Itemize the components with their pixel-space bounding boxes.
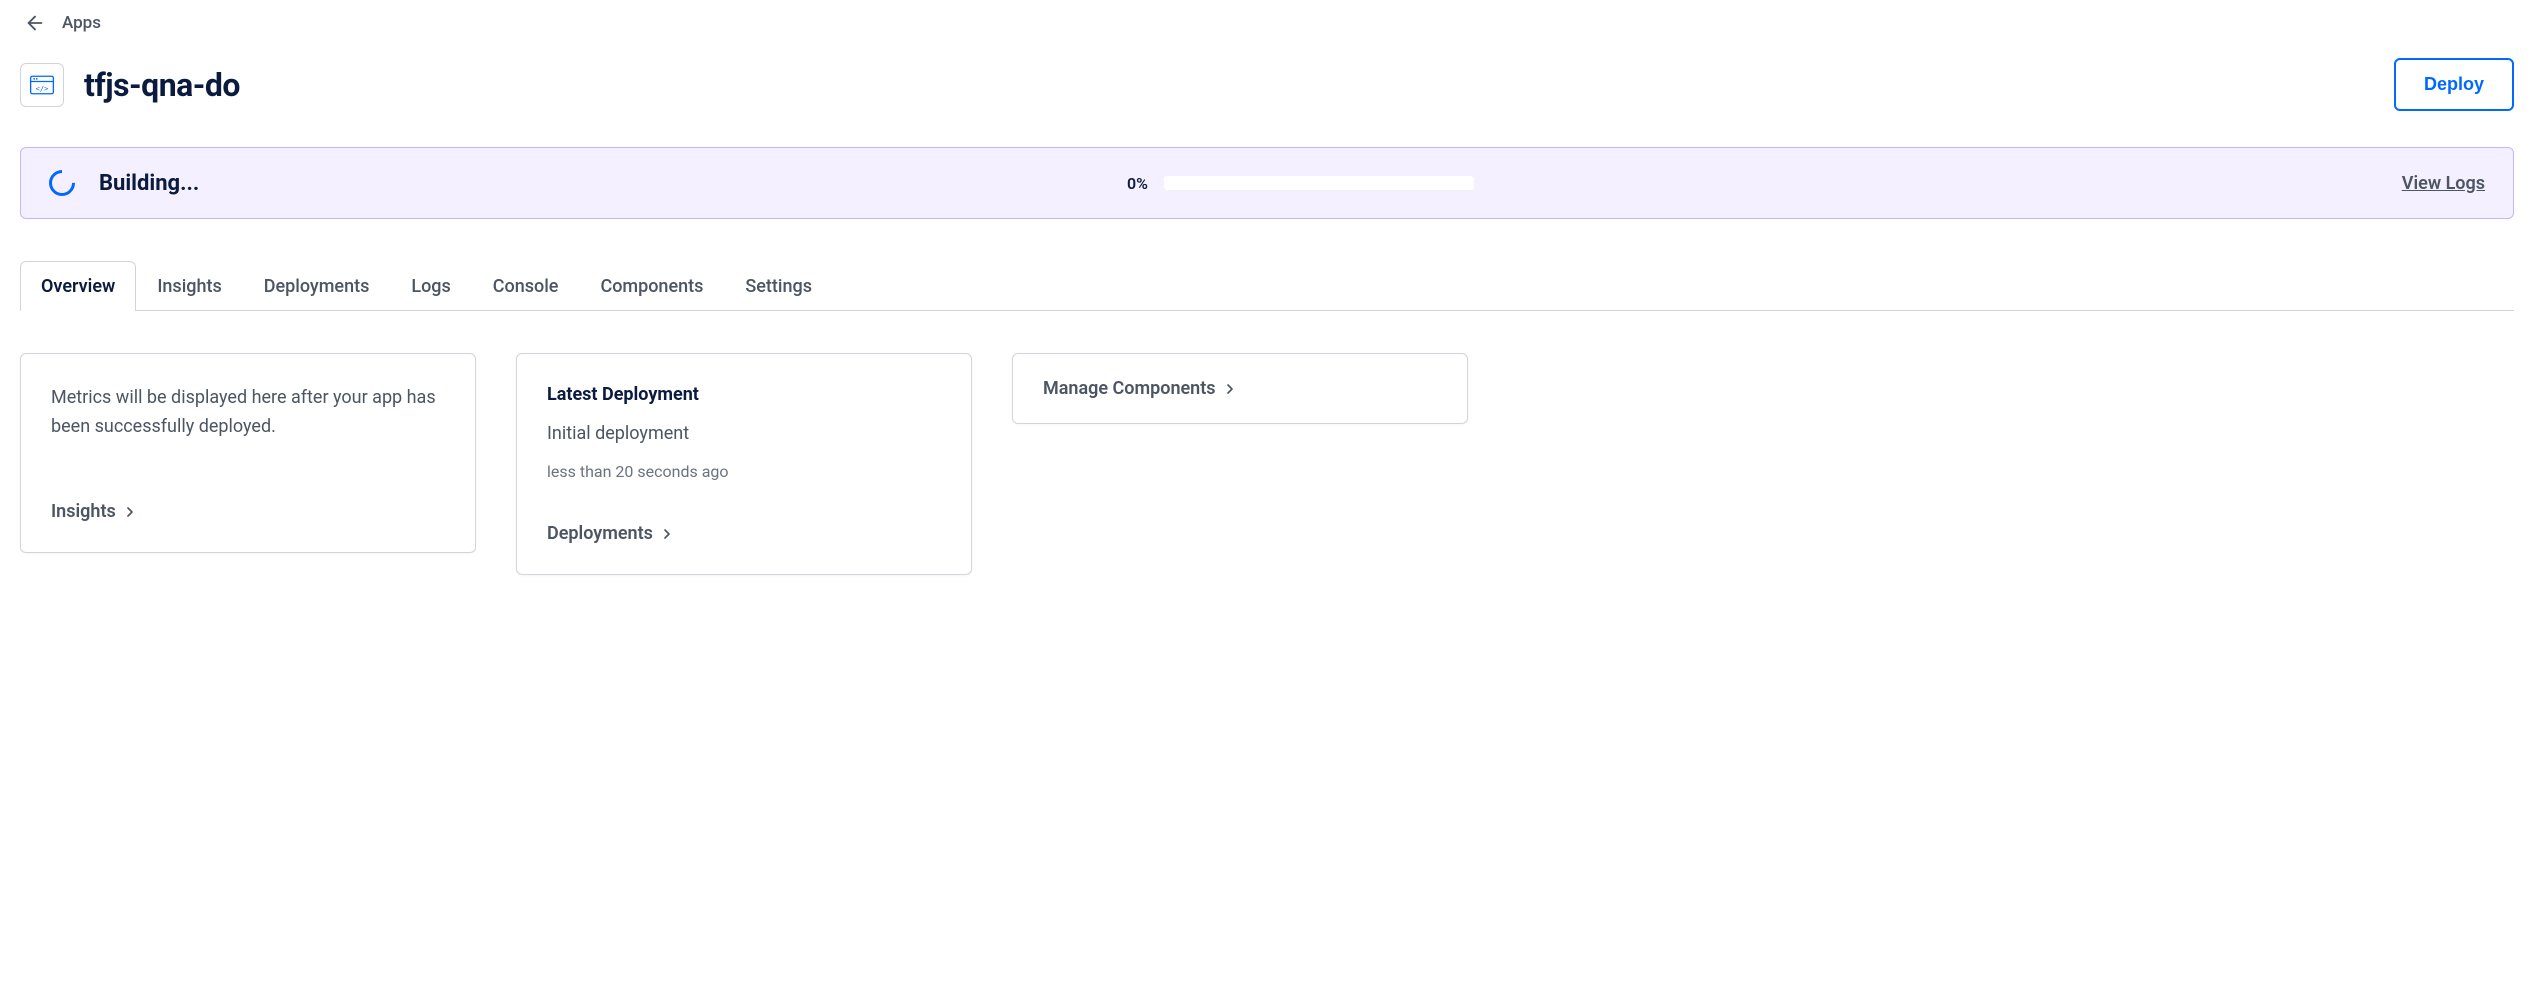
deployments-link-label: Deployments — [547, 523, 653, 544]
deployment-name: Initial deployment — [547, 423, 941, 444]
deploy-button[interactable]: Deploy — [2394, 58, 2514, 111]
manage-components-link-label: Manage Components — [1043, 378, 1216, 399]
app-title: tfjs-qna-do — [84, 66, 240, 104]
insights-link-label: Insights — [51, 501, 116, 522]
build-status-bar: Building... 0% View Logs — [20, 147, 2514, 219]
title-group: </> tfjs-qna-do — [20, 63, 240, 107]
metrics-card: Metrics will be displayed here after you… — [20, 353, 476, 553]
metrics-placeholder-text: Metrics will be displayed here after you… — [51, 384, 445, 442]
tab-logs[interactable]: Logs — [390, 261, 471, 311]
cards-row: Metrics will be displayed here after you… — [20, 353, 2514, 575]
spinner-icon — [44, 165, 81, 202]
app-icon: </> — [20, 63, 64, 107]
latest-deployment-card: Latest Deployment Initial deployment les… — [516, 353, 972, 575]
header-row: </> tfjs-qna-do Deploy — [20, 58, 2514, 111]
breadcrumb: Apps — [20, 12, 2514, 34]
back-arrow-icon[interactable] — [24, 12, 46, 34]
deployment-time: less than 20 seconds ago — [547, 462, 941, 481]
progress-bar — [1164, 176, 1474, 190]
tab-overview[interactable]: Overview — [20, 261, 136, 311]
manage-components-card: Manage Components — [1012, 353, 1468, 424]
progress-section: 0% — [223, 174, 2378, 193]
deployments-link[interactable]: Deployments — [547, 523, 941, 544]
manage-components-link[interactable]: Manage Components — [1043, 378, 1437, 399]
breadcrumb-link[interactable]: Apps — [62, 13, 101, 33]
tab-insights[interactable]: Insights — [136, 261, 242, 311]
svg-text:</>: </> — [36, 85, 49, 93]
tab-components[interactable]: Components — [579, 261, 724, 311]
progress-percent: 0% — [1127, 174, 1148, 193]
insights-link[interactable]: Insights — [51, 501, 445, 522]
build-status-text: Building... — [99, 171, 199, 196]
chevron-right-icon — [1222, 381, 1238, 397]
view-logs-link[interactable]: View Logs — [2402, 173, 2485, 194]
latest-deployment-title: Latest Deployment — [547, 384, 941, 405]
tab-console[interactable]: Console — [472, 261, 580, 311]
tabs: Overview Insights Deployments Logs Conso… — [20, 261, 2514, 311]
chevron-right-icon — [659, 526, 675, 542]
tab-settings[interactable]: Settings — [724, 261, 833, 311]
tab-deployments[interactable]: Deployments — [243, 261, 391, 311]
chevron-right-icon — [122, 504, 138, 520]
